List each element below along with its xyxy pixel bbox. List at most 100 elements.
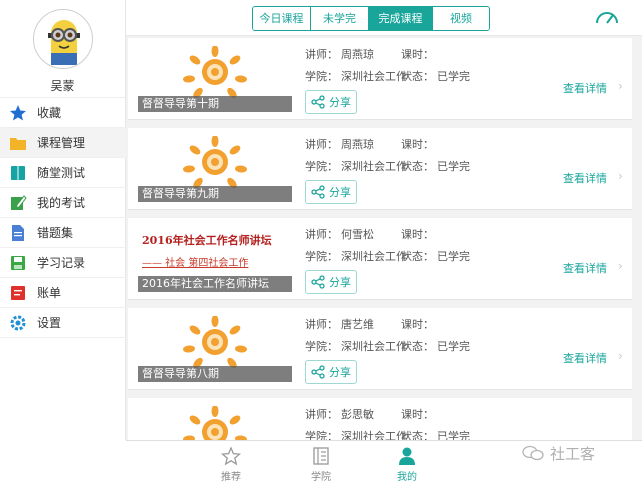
status-value: 已学完 [437,250,470,263]
sun-logo-icon [183,406,247,440]
view-details-link[interactable]: 查看详情 [563,80,607,96]
chevron-right-icon[interactable]: › [618,349,623,363]
course-tabs: 今日课程 未学完 完成课程 视频 [252,6,490,31]
hours-label: 课时： [401,408,434,421]
tab-completed-courses[interactable]: 完成课程 [369,7,433,30]
watermark: 社工客 [522,441,595,465]
nav-label: 学院 [311,472,331,483]
share-icon [311,95,325,109]
status-value: 已学完 [437,340,470,353]
teacher-name: 周燕琼 [341,48,374,61]
school-name: 深圳社会工作 [341,70,407,83]
nav-label: 推荐 [221,472,241,483]
course-card[interactable]: 2016年社会工作名师讲坛 —— 社会 第四社会工作 2016年社会工作名师讲坛… [128,218,632,300]
nav-label: 我的 [397,472,417,483]
course-thumbnail[interactable]: 督督导导第九期 [138,136,292,202]
view-details-link[interactable]: 查看详情 [563,260,607,276]
tab-today-courses[interactable]: 今日课程 [253,7,311,30]
thumbnail-caption: 督督导导第九期 [138,186,292,202]
sidebar-item-label: 设置 [37,316,62,330]
course-card[interactable]: 督督导导第九期 讲师： 周燕琼 课时： 学院： 深圳社会工作 状态： 已学完 分… [128,128,632,210]
course-card[interactable]: 督督导导第八期 讲师： 唐艺维 课时： 学院： 深圳社会工作 状态： 已学完 分… [128,308,632,390]
sidebar-item-my-exams[interactable]: 我的考试 [0,188,126,218]
sidebar-item-settings[interactable]: 设置 [0,308,126,338]
course-thumbnail[interactable]: 督督导导第八期 [138,316,292,382]
course-thumbnail[interactable]: 2016年社会工作名师讲坛 —— 社会 第四社会工作 2016年社会工作名师讲坛 [138,226,292,292]
sidebar-item-quiz[interactable]: 随堂测试 [0,158,126,188]
course-thumbnail[interactable]: 督督导导第十期 [138,46,292,112]
teacher-name: 周燕琼 [341,138,374,151]
share-button[interactable]: 分享 [305,360,357,384]
thumbnail-caption: 2016年社会工作名师讲坛 [138,276,292,292]
thumbnail-banner-subtitle: —— 社会 第四社会工作 [142,258,249,269]
teacher-label: 讲师： [305,228,338,241]
share-icon [311,185,325,199]
app-window: 吴蒙 收藏 课程管理 随堂测试 我的考试 错题集 学习记录 账单 设置 今日课程… [0,0,642,484]
teacher-label: 讲师： [305,408,338,421]
share-button[interactable]: 分享 [305,270,357,294]
share-button[interactable]: 分享 [305,180,357,204]
school-name: 深圳社会工作 [341,430,407,440]
academy-icon [296,445,346,467]
speed-gauge-icon[interactable] [594,9,620,25]
school-label: 学院： [305,160,338,173]
status-label: 状态： [401,70,434,83]
teacher-name: 彭思敏 [341,408,374,421]
view-details-link[interactable]: 查看详情 [563,350,607,366]
school-label: 学院： [305,70,338,83]
sidebar-item-wrong-answers[interactable]: 错题集 [0,218,126,248]
course-card[interactable]: 督督导导第十期 讲师： 周燕琼 课时： 学院： 深圳社会工作 状态： 已学完 分… [128,38,632,120]
gear-icon [9,314,27,332]
tab-videos[interactable]: 视频 [433,7,489,30]
school-name: 深圳社会工作 [341,250,407,263]
star-icon [9,104,27,122]
view-details-link[interactable]: 查看详情 [563,170,607,186]
status-label: 状态： [401,340,434,353]
share-icon [311,365,325,379]
tab-unfinished[interactable]: 未学完 [311,7,369,30]
teacher-label: 讲师： [305,318,338,331]
share-button[interactable]: 分享 [305,90,357,114]
chevron-right-icon[interactable]: › [618,259,623,273]
chevron-right-icon[interactable]: › [618,79,623,93]
sidebar-item-study-records[interactable]: 学习记录 [0,248,126,278]
share-label: 分享 [329,366,351,379]
school-label: 学院： [305,430,338,440]
share-label: 分享 [329,186,351,199]
hours-label: 课时： [401,318,434,331]
bill-icon [9,284,27,302]
nav-mine[interactable]: 我的 [382,445,432,483]
sidebar-item-favorites[interactable]: 收藏 [0,98,126,128]
edit-icon [9,194,27,212]
nav-academy[interactable]: 学院 [296,445,346,483]
nav-recommend[interactable]: 推荐 [206,445,256,483]
sidebar-item-bills[interactable]: 账单 [0,278,126,308]
wechat-icon [522,445,544,461]
hours-label: 课时： [401,138,434,151]
sidebar-item-label: 随堂测试 [37,166,86,180]
school-label: 学院： [305,250,338,263]
school-label: 学院： [305,340,338,353]
thumbnail-caption: 督督导导第十期 [138,96,292,112]
user-icon [382,445,432,467]
chevron-right-icon[interactable]: › [618,169,623,183]
status-value: 已学完 [437,430,470,440]
course-thumbnail[interactable] [138,406,292,440]
sidebar-item-label: 账单 [37,286,62,300]
share-icon [311,275,325,289]
course-list: 督督导导第十期 讲师： 周燕琼 课时： 学院： 深圳社会工作 状态： 已学完 分… [126,36,642,440]
avatar[interactable] [33,9,93,69]
top-bar: 今日课程 未学完 完成课程 视频 [126,0,642,36]
teacher-label: 讲师： [305,48,338,61]
profile-panel: 吴蒙 [0,0,125,98]
course-card[interactable]: 讲师： 彭思敏 课时： 学院： 深圳社会工作 状态： 已学完 [128,398,632,440]
hours-label: 课时： [401,228,434,241]
sidebar-item-course-management[interactable]: 课程管理 [0,128,126,158]
status-label: 状态： [401,250,434,263]
sidebar: 吴蒙 收藏 课程管理 随堂测试 我的考试 错题集 学习记录 账单 设置 [0,0,126,440]
teacher-label: 讲师： [305,138,338,151]
status-label: 状态： [401,430,434,440]
teacher-name: 何雪松 [341,228,374,241]
school-name: 深圳社会工作 [341,160,407,173]
sidebar-item-label: 课程管理 [37,136,86,150]
